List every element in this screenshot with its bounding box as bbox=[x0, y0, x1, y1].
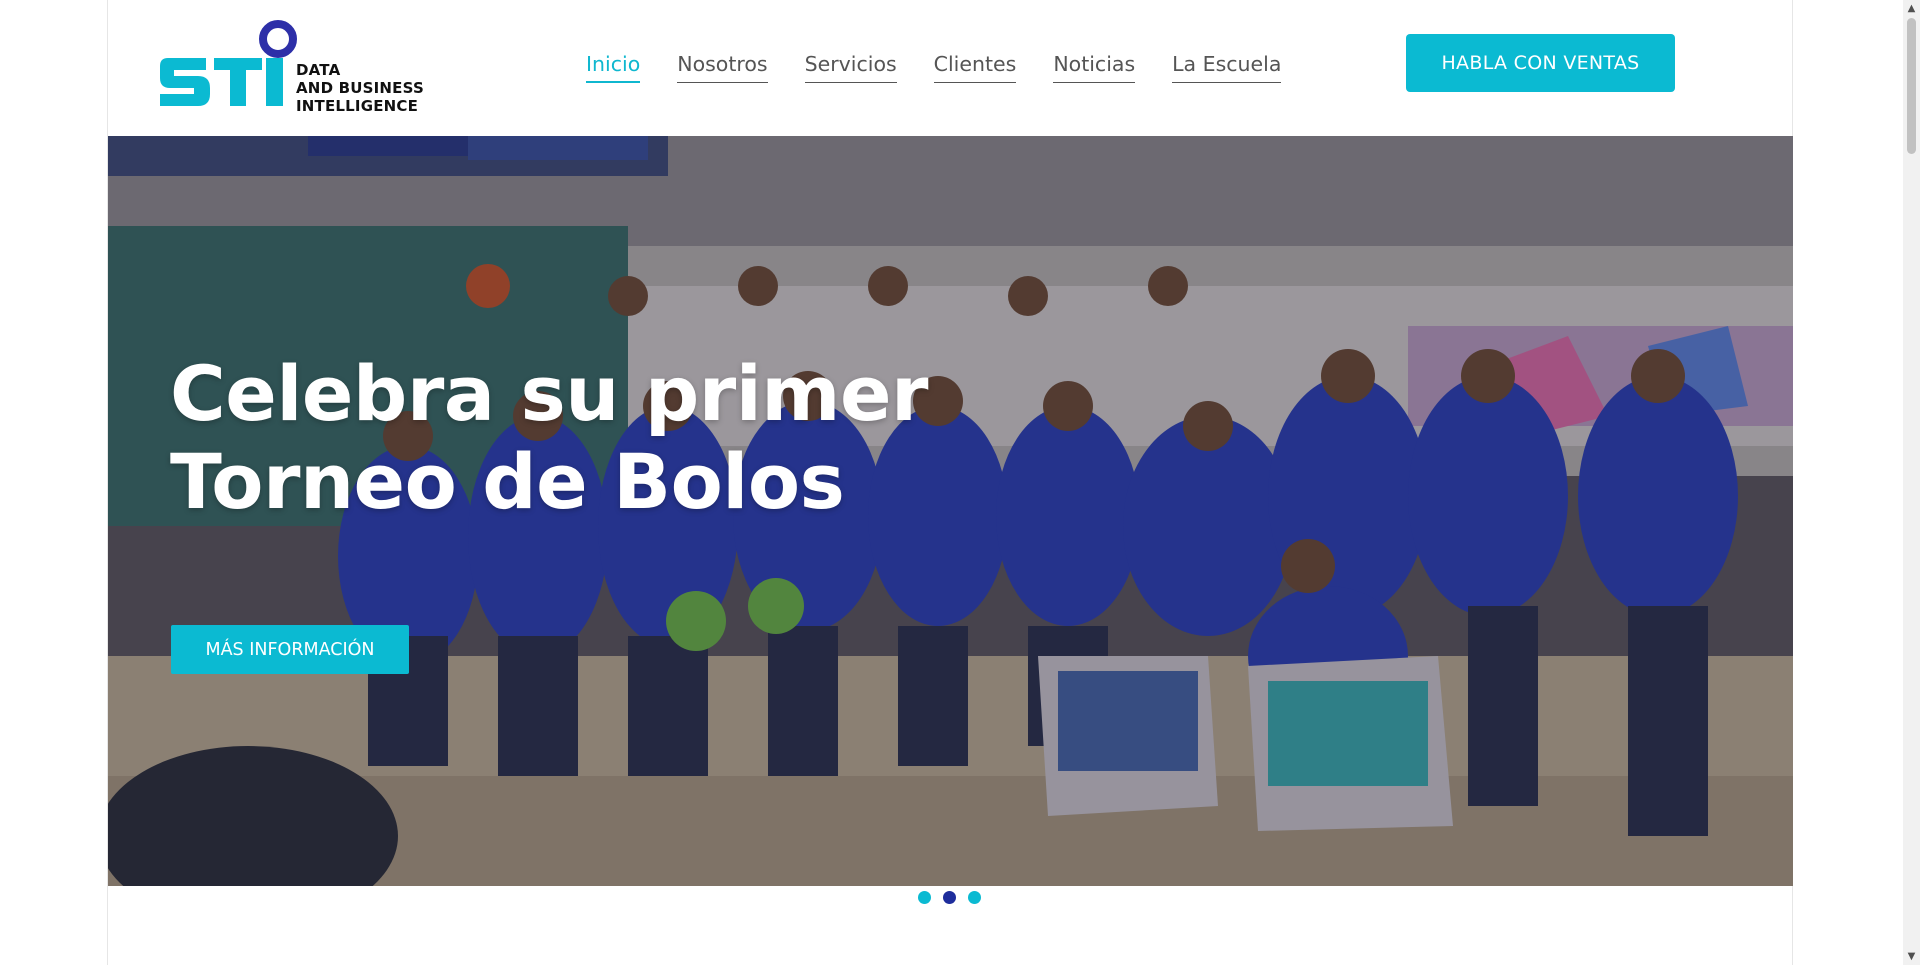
nav-item-nosotros[interactable]: Nosotros bbox=[677, 50, 768, 83]
tagline-line-3: INTELLIGENCE bbox=[296, 97, 419, 115]
tagline-line-2: AND BUSINESS bbox=[296, 79, 424, 97]
slider-dot-3[interactable] bbox=[968, 891, 981, 904]
hero-title-line-2: Torneo de Bolos bbox=[170, 437, 845, 526]
nav-item-noticias[interactable]: Noticias bbox=[1053, 50, 1136, 83]
logo-tagline: DATA AND BUSINESS INTELLIGENCE bbox=[296, 61, 424, 115]
hero-title-line-1: Celebra su primer bbox=[170, 349, 929, 438]
slider-dot-1[interactable] bbox=[918, 891, 931, 904]
hero-title: Celebra su primer Torneo de Bolos bbox=[170, 349, 929, 526]
talk-to-sales-button[interactable]: HABLA CON VENTAS bbox=[1406, 34, 1675, 92]
arrow-up-icon[interactable]: ▲ bbox=[1903, 0, 1920, 17]
nav-item-la-escuela[interactable]: La Escuela bbox=[1172, 50, 1282, 83]
slider-dot-2[interactable] bbox=[943, 891, 956, 904]
arrow-down-icon[interactable]: ▼ bbox=[1903, 948, 1920, 965]
more-info-button[interactable]: MÁS INFORMACIÓN bbox=[171, 625, 409, 674]
scrollbar-thumb[interactable] bbox=[1907, 18, 1916, 154]
tagline-line-1: DATA bbox=[296, 61, 341, 79]
slider-pagination bbox=[918, 891, 981, 904]
logo-letters-icon bbox=[160, 58, 283, 106]
sti-logo[interactable]: DATA AND BUSINESS INTELLIGENCE bbox=[158, 18, 428, 115]
vertical-scrollbar[interactable]: ▲ ▼ bbox=[1903, 0, 1920, 965]
logo-ring-icon bbox=[259, 20, 297, 58]
nav-item-clientes[interactable]: Clientes bbox=[933, 50, 1017, 83]
nav-item-inicio[interactable]: Inicio bbox=[586, 50, 641, 83]
hero-slide: Celebra su primer Torneo de Bolos MÁS IN… bbox=[108, 136, 1793, 886]
nav-item-servicios[interactable]: Servicios bbox=[804, 50, 897, 83]
main-nav: Inicio Nosotros Servicios Clientes Notic… bbox=[586, 50, 1318, 83]
